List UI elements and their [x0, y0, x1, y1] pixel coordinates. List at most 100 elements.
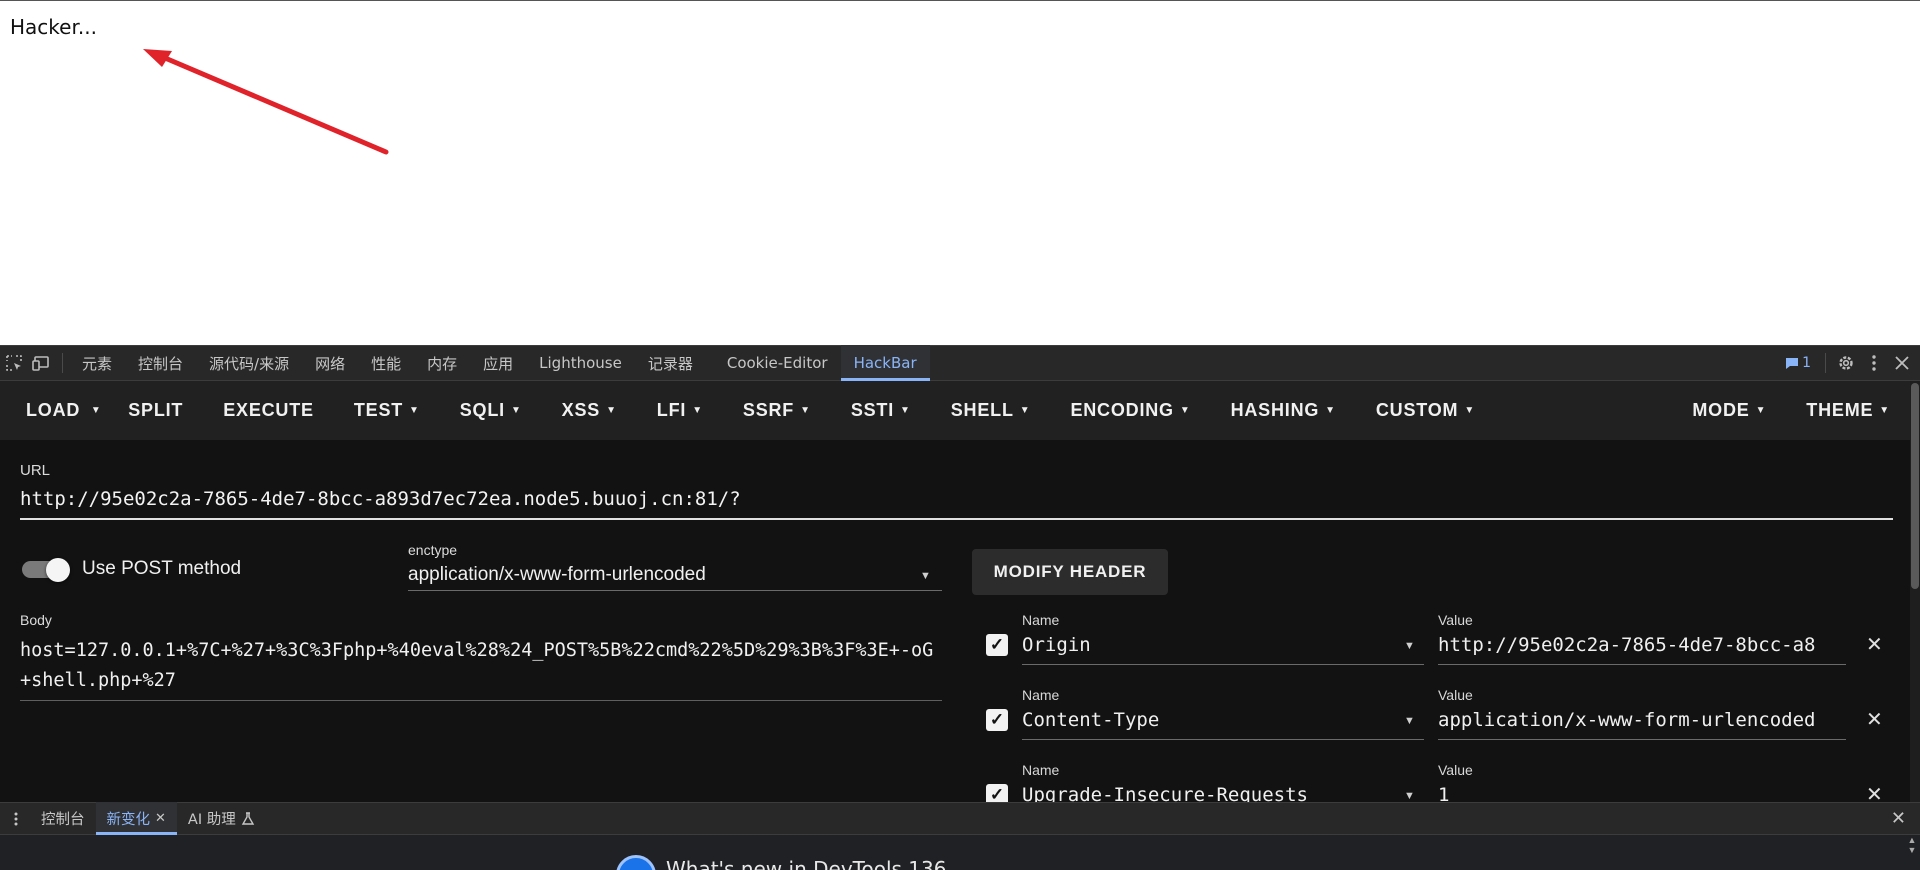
- load-button[interactable]: LOAD: [0, 381, 100, 440]
- issues-badge[interactable]: 1: [1777, 355, 1819, 371]
- url-label: URL: [20, 462, 51, 479]
- drawer-tab-console[interactable]: 控制台: [30, 802, 96, 835]
- divider: [1022, 739, 1424, 740]
- test-menu-label: TEST: [353, 400, 404, 420]
- header-value-input[interactable]: http://95e02c2a-7865-4de7-8bcc-a8: [1438, 634, 1846, 656]
- modify-header-button[interactable]: MODIFY HEADER: [972, 549, 1168, 595]
- hashing-menu[interactable]: HASHING ▼: [1211, 381, 1356, 440]
- ssti-menu-label: SSTI: [850, 400, 895, 420]
- caret-down-icon: ▼: [1019, 405, 1031, 416]
- body-textarea[interactable]: host=127.0.0.1+%7C+%27+%3C%3Fphp+%40eval…: [20, 636, 940, 696]
- shell-menu[interactable]: SHELL ▼: [931, 381, 1051, 440]
- caret-down-icon: ▼: [800, 405, 811, 416]
- annotation-arrow: [143, 49, 389, 155]
- header-value-input[interactable]: application/x-www-form-urlencoded: [1438, 709, 1846, 731]
- tab-recorder[interactable]: 记录器: [635, 345, 706, 381]
- header-value-input[interactable]: 1: [1438, 784, 1846, 802]
- divider: [1022, 664, 1424, 665]
- drawer-tab-whats-new-label: 新变化: [106, 812, 151, 828]
- flask-icon: [241, 811, 254, 825]
- remove-header-icon[interactable]: ✕: [1866, 782, 1883, 802]
- divider: [62, 353, 63, 373]
- ssrf-menu[interactable]: SSRF ▼: [723, 381, 831, 440]
- mode-menu[interactable]: MODE ▼: [1672, 381, 1786, 440]
- caret-down-icon: ▼: [1179, 405, 1191, 416]
- divider: [1825, 353, 1826, 373]
- lfi-menu-label: LFI: [656, 400, 687, 420]
- encoding-menu[interactable]: ENCODING ▼: [1050, 381, 1210, 440]
- drawer-menu-icon[interactable]: [0, 802, 30, 835]
- close-drawer-icon[interactable]: ✕: [1891, 808, 1906, 829]
- divider: [1438, 739, 1846, 740]
- tab-lighthouse[interactable]: Lighthouse: [526, 345, 635, 381]
- caret-down-icon: ▼: [692, 405, 703, 416]
- enctype-label: enctype: [408, 542, 458, 558]
- url-input[interactable]: http://95e02c2a-7865-4de7-8bcc-a893d7ec7…: [20, 488, 741, 510]
- tab-console[interactable]: 控制台: [125, 345, 196, 381]
- encoding-menu-label: ENCODING: [1070, 400, 1174, 420]
- caret-down-icon[interactable]: ▼: [920, 570, 931, 582]
- header-row: ✓ Name Content-Type ▼ Value application/…: [984, 687, 1884, 762]
- header-name-input[interactable]: Content-Type: [1022, 709, 1159, 731]
- lfi-menu[interactable]: LFI ▼: [637, 381, 723, 440]
- tab-sources[interactable]: 源代码/来源: [196, 345, 302, 381]
- shell-menu-label: SHELL: [950, 400, 1014, 420]
- more-options-icon[interactable]: [1860, 345, 1888, 381]
- tab-cookie-editor[interactable]: Cookie-Editor: [714, 345, 841, 381]
- web-page: Hacker...: [0, 0, 1920, 345]
- tab-performance[interactable]: 性能: [358, 345, 414, 381]
- header-name-label: Name: [1022, 612, 1060, 628]
- tab-network[interactable]: 网络: [302, 345, 358, 381]
- drawer-scrollbar[interactable]: ▲ ▼: [1904, 835, 1920, 870]
- device-toolbar-icon[interactable]: [28, 345, 56, 381]
- test-menu[interactable]: TEST ▼: [334, 381, 440, 440]
- body-underline: [20, 700, 942, 701]
- remove-header-icon[interactable]: ✕: [1866, 632, 1883, 657]
- gear-icon[interactable]: [1832, 345, 1860, 381]
- tab-hackbar[interactable]: HackBar: [840, 345, 930, 381]
- sqli-menu[interactable]: SQLI ▼: [440, 381, 542, 440]
- hashing-menu-label: HASHING: [1230, 400, 1320, 420]
- xss-menu-label: XSS: [561, 400, 601, 420]
- scrollbar-thumb[interactable]: [1911, 383, 1919, 589]
- execute-button[interactable]: EXECUTE: [203, 381, 334, 440]
- header-enabled-checkbox[interactable]: ✓: [986, 784, 1008, 802]
- post-method-toggle[interactable]: [22, 558, 70, 582]
- xss-menu[interactable]: XSS ▼: [542, 381, 637, 440]
- message-icon: [1786, 357, 1799, 369]
- hackbar-scrollbar[interactable]: [1910, 381, 1920, 802]
- hackbar-panel: URL http://95e02c2a-7865-4de7-8bcc-a893d…: [0, 440, 1910, 802]
- whats-new-panel: What's new in DevTools 136 ▲ ▼: [0, 835, 1920, 870]
- inspect-element-icon[interactable]: [0, 345, 28, 381]
- header-value-label: Value: [1438, 687, 1473, 703]
- header-name-input[interactable]: Upgrade-Insecure-Requests: [1022, 784, 1308, 802]
- tab-elements[interactable]: 元素: [69, 345, 125, 381]
- close-icon[interactable]: [1888, 345, 1916, 381]
- caret-down-icon[interactable]: ▼: [1404, 715, 1415, 727]
- header-enabled-checkbox[interactable]: ✓: [986, 709, 1008, 731]
- divider: [1438, 664, 1846, 665]
- header-value-label: Value: [1438, 762, 1473, 778]
- theme-menu[interactable]: THEME ▼: [1786, 381, 1910, 440]
- enctype-select[interactable]: application/x-www-form-urlencoded: [408, 564, 706, 586]
- close-tab-icon[interactable]: ✕: [155, 811, 166, 826]
- tab-application[interactable]: 应用: [470, 345, 526, 381]
- remove-header-icon[interactable]: ✕: [1866, 707, 1883, 732]
- drawer-tab-whats-new[interactable]: 新变化 ✕: [95, 802, 177, 835]
- tab-memory[interactable]: 内存: [414, 345, 470, 381]
- load-dropdown-caret-icon[interactable]: ▼: [86, 381, 106, 440]
- custom-menu[interactable]: CUSTOM ▼: [1356, 381, 1495, 440]
- devtools-logo: [616, 855, 656, 870]
- caret-down-icon[interactable]: ▼: [1404, 640, 1415, 652]
- header-enabled-checkbox[interactable]: ✓: [986, 634, 1008, 656]
- split-button[interactable]: SPLIT: [108, 381, 203, 440]
- enctype-underline: [408, 590, 942, 591]
- caret-down-icon[interactable]: ▼: [1404, 790, 1415, 802]
- mode-menu-label: MODE: [1692, 400, 1750, 420]
- header-value-label: Value: [1438, 612, 1473, 628]
- drawer-tab-ai-assistance[interactable]: AI 助理: [177, 802, 266, 835]
- header-name-input[interactable]: Origin: [1022, 634, 1091, 656]
- ssti-menu[interactable]: SSTI ▼: [831, 381, 931, 440]
- sqli-menu-label: SQLI: [459, 400, 505, 420]
- theme-menu-label: THEME: [1806, 400, 1874, 420]
